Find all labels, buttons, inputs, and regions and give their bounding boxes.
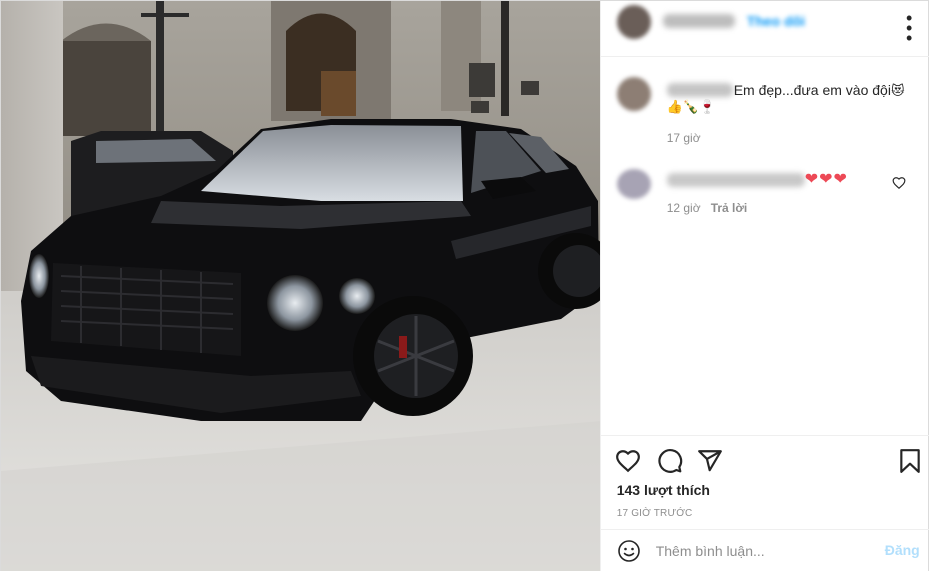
comment-emoji-line: 👍🍾🍷 [666, 100, 716, 115]
post-timestamp[interactable]: 17 GIỜ TRƯỚC [617, 508, 693, 519]
reply-button[interactable]: Trả lời [711, 201, 748, 215]
comments-panel: Theo dõi • • • Em đẹp...đưa em vào đội😻 … [599, 1, 929, 571]
post-photo[interactable] [1, 1, 600, 571]
save-bookmark-icon[interactable] [897, 448, 923, 474]
post-actions: 143 lượt thích 17 GIỜ TRƯỚC [600, 435, 929, 529]
comment-text: Em đẹp...đưa em vào đội😻 [734, 81, 905, 101]
comment-input[interactable] [655, 540, 876, 562]
author-username[interactable] [662, 14, 735, 28]
follow-link[interactable]: Theo dõi [747, 13, 805, 29]
post-comment-button[interactable]: Đăng [885, 542, 920, 558]
car-photo-illustration [1, 1, 600, 571]
add-comment-bar: Đăng [600, 529, 929, 571]
share-icon[interactable] [697, 448, 723, 474]
comment-time[interactable]: 17 giờ [667, 131, 701, 145]
commenter-avatar[interactable] [616, 169, 651, 199]
commenter-username[interactable] [666, 83, 733, 97]
comment-text-content: Em đẹp...đưa em vào đội [733, 82, 891, 98]
commenter-username[interactable] [666, 173, 805, 187]
heart-emojis: ❤❤❤ [804, 169, 848, 188]
post-dialog: Theo dõi • • • Em đẹp...đưa em vào đội😻 … [0, 0, 929, 571]
cat-emoji: 😻 [890, 84, 905, 99]
comment-like-icon[interactable] [892, 176, 906, 190]
post-header: Theo dõi • • • [600, 1, 929, 57]
more-options-icon[interactable]: • • • [900, 9, 920, 47]
likes-count[interactable]: 143 lượt thích [617, 482, 710, 498]
emoji-icon[interactable] [617, 539, 641, 563]
comment-icon[interactable] [657, 448, 683, 474]
commenter-avatar[interactable] [616, 77, 651, 111]
comment-time[interactable]: 12 giờ [667, 201, 701, 215]
like-heart-icon[interactable] [615, 448, 641, 474]
author-avatar[interactable] [616, 5, 651, 39]
